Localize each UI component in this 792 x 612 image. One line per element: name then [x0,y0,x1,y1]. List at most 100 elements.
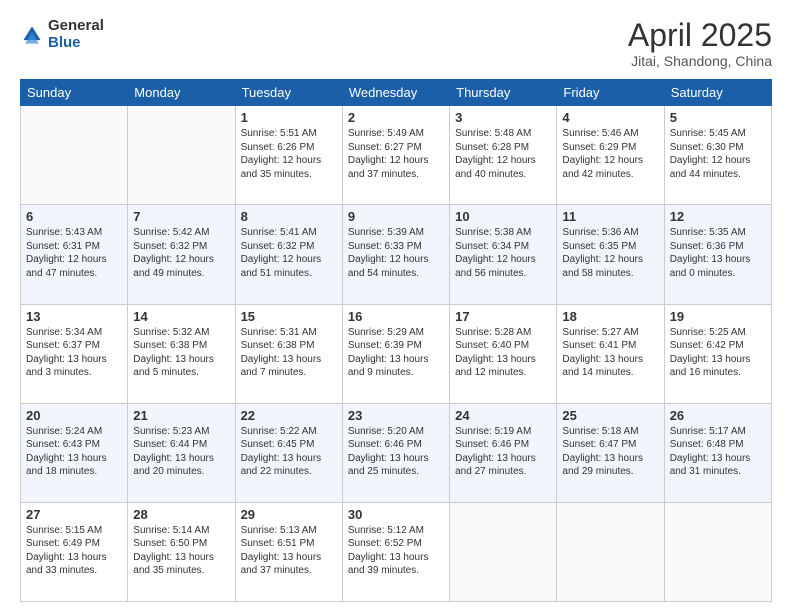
logo: General Blue [20,18,104,51]
calendar-cell [21,106,128,205]
cell-info: Sunrise: 5:23 AM Sunset: 6:44 PM Dayligh… [133,425,229,479]
cell-info: Sunrise: 5:46 AM Sunset: 6:29 PM Dayligh… [562,127,658,181]
calendar-cell: 1 Sunrise: 5:51 AM Sunset: 6:26 PM Daylig… [235,106,342,205]
day-number: 29 [241,507,337,522]
day-number: 23 [348,408,444,423]
day-number: 5 [670,110,766,125]
day-number: 6 [26,209,122,224]
calendar-cell: 17 Sunrise: 5:28 AM Sunset: 6:40 PM Dayli… [450,304,557,403]
cell-info: Sunrise: 5:14 AM Sunset: 6:50 PM Dayligh… [133,524,229,578]
cell-info: Sunrise: 5:31 AM Sunset: 6:38 PM Dayligh… [241,326,337,380]
calendar-cell: 3 Sunrise: 5:48 AM Sunset: 6:28 PM Daylig… [450,106,557,205]
day-number: 17 [455,309,551,324]
calendar-cell: 18 Sunrise: 5:27 AM Sunset: 6:41 PM Dayli… [557,304,664,403]
calendar-cell: 23 Sunrise: 5:20 AM Sunset: 6:46 PM Dayli… [342,403,449,502]
calendar-cell: 22 Sunrise: 5:22 AM Sunset: 6:45 PM Dayli… [235,403,342,502]
day-number: 28 [133,507,229,522]
title-block: April 2025 Jitai, Shandong, China [628,18,772,69]
calendar-week-row: 1 Sunrise: 5:51 AM Sunset: 6:26 PM Daylig… [21,106,772,205]
calendar-cell: 5 Sunrise: 5:45 AM Sunset: 6:30 PM Daylig… [664,106,771,205]
day-number: 2 [348,110,444,125]
day-number: 7 [133,209,229,224]
cell-info: Sunrise: 5:51 AM Sunset: 6:26 PM Dayligh… [241,127,337,181]
cell-info: Sunrise: 5:38 AM Sunset: 6:34 PM Dayligh… [455,226,551,280]
page: General Blue April 2025 Jitai, Shandong,… [0,0,792,612]
subtitle: Jitai, Shandong, China [628,53,772,69]
calendar-day-header: Friday [557,80,664,106]
calendar-cell: 20Sunrise: 5:24 AM Sunset: 6:43 PM Dayli… [21,403,128,502]
calendar-cell: 24Sunrise: 5:19 AM Sunset: 6:46 PM Dayli… [450,403,557,502]
cell-info: Sunrise: 5:20 AM Sunset: 6:46 PM Dayligh… [348,425,444,479]
cell-info: Sunrise: 5:28 AM Sunset: 6:40 PM Dayligh… [455,326,551,380]
cell-info: Sunrise: 5:29 AM Sunset: 6:39 PM Dayligh… [348,326,444,380]
calendar-cell [664,502,771,601]
calendar-cell: 2 Sunrise: 5:49 AM Sunset: 6:27 PM Daylig… [342,106,449,205]
cell-info: Sunrise: 5:42 AM Sunset: 6:32 PM Dayligh… [133,226,229,280]
day-number: 21 [133,408,229,423]
cell-info: Sunrise: 5:41 AM Sunset: 6:32 PM Dayligh… [241,226,337,280]
cell-info: Sunrise: 5:17 AM Sunset: 6:48 PM Dayligh… [670,425,766,479]
calendar-day-header: Wednesday [342,80,449,106]
day-number: 14 [133,309,229,324]
cell-info: Sunrise: 5:13 AM Sunset: 6:51 PM Dayligh… [241,524,337,578]
calendar-cell: 13 Sunrise: 5:34 AM Sunset: 6:37 PM Dayli… [21,304,128,403]
calendar-day-header: Thursday [450,80,557,106]
day-number: 27 [26,507,122,522]
calendar-day-header: Monday [128,80,235,106]
calendar-table: SundayMondayTuesdayWednesdayThursdayFrid… [20,79,772,602]
day-number: 22 [241,408,337,423]
day-number: 1 [241,110,337,125]
calendar-cell: 19 Sunrise: 5:25 AM Sunset: 6:42 PM Dayli… [664,304,771,403]
calendar-day-header: Sunday [21,80,128,106]
calendar-week-row: 20Sunrise: 5:24 AM Sunset: 6:43 PM Dayli… [21,403,772,502]
calendar-week-row: 13 Sunrise: 5:34 AM Sunset: 6:37 PM Dayli… [21,304,772,403]
calendar-day-header: Saturday [664,80,771,106]
calendar-cell: 4 Sunrise: 5:46 AM Sunset: 6:29 PM Daylig… [557,106,664,205]
calendar-cell: 28 Sunrise: 5:14 AM Sunset: 6:50 PM Dayli… [128,502,235,601]
day-number: 4 [562,110,658,125]
cell-info: Sunrise: 5:45 AM Sunset: 6:30 PM Dayligh… [670,127,766,181]
day-number: 12 [670,209,766,224]
calendar-cell: 8 Sunrise: 5:41 AM Sunset: 6:32 PM Daylig… [235,205,342,304]
cell-info: Sunrise: 5:22 AM Sunset: 6:45 PM Dayligh… [241,425,337,479]
calendar-cell: 25Sunrise: 5:18 AM Sunset: 6:47 PM Dayli… [557,403,664,502]
day-number: 13 [26,309,122,324]
day-number: 15 [241,309,337,324]
calendar-cell: 9Sunrise: 5:39 AM Sunset: 6:33 PM Daylig… [342,205,449,304]
calendar-cell [450,502,557,601]
day-number: 8 [241,209,337,224]
cell-info: Sunrise: 5:27 AM Sunset: 6:41 PM Dayligh… [562,326,658,380]
cell-info: Sunrise: 5:49 AM Sunset: 6:27 PM Dayligh… [348,127,444,181]
calendar-cell: 27 Sunrise: 5:15 AM Sunset: 6:49 PM Dayli… [21,502,128,601]
main-title: April 2025 [628,18,772,53]
calendar-cell [128,106,235,205]
day-number: 30 [348,507,444,522]
calendar-cell: 7 Sunrise: 5:42 AM Sunset: 6:32 PM Daylig… [128,205,235,304]
cell-info: Sunrise: 5:48 AM Sunset: 6:28 PM Dayligh… [455,127,551,181]
calendar-day-header: Tuesday [235,80,342,106]
day-number: 11 [562,209,658,224]
day-number: 10 [455,209,551,224]
day-number: 20 [26,408,122,423]
day-number: 25 [562,408,658,423]
calendar-cell: 12 Sunrise: 5:35 AM Sunset: 6:36 PM Dayli… [664,205,771,304]
logo-icon [20,23,44,47]
day-number: 26 [670,408,766,423]
cell-info: Sunrise: 5:15 AM Sunset: 6:49 PM Dayligh… [26,524,122,578]
calendar-cell: 21 Sunrise: 5:23 AM Sunset: 6:44 PM Dayli… [128,403,235,502]
cell-info: Sunrise: 5:35 AM Sunset: 6:36 PM Dayligh… [670,226,766,280]
logo-blue: Blue [48,35,104,52]
cell-info: Sunrise: 5:19 AM Sunset: 6:46 PM Dayligh… [455,425,551,479]
day-number: 19 [670,309,766,324]
header: General Blue April 2025 Jitai, Shandong,… [20,18,772,69]
calendar-week-row: 27 Sunrise: 5:15 AM Sunset: 6:49 PM Dayli… [21,502,772,601]
cell-info: Sunrise: 5:25 AM Sunset: 6:42 PM Dayligh… [670,326,766,380]
calendar-cell: 16 Sunrise: 5:29 AM Sunset: 6:39 PM Dayli… [342,304,449,403]
day-number: 16 [348,309,444,324]
calendar-cell: 30Sunrise: 5:12 AM Sunset: 6:52 PM Dayli… [342,502,449,601]
cell-info: Sunrise: 5:36 AM Sunset: 6:35 PM Dayligh… [562,226,658,280]
cell-info: Sunrise: 5:34 AM Sunset: 6:37 PM Dayligh… [26,326,122,380]
day-number: 18 [562,309,658,324]
calendar-cell: 6Sunrise: 5:43 AM Sunset: 6:31 PM Daylig… [21,205,128,304]
day-number: 3 [455,110,551,125]
